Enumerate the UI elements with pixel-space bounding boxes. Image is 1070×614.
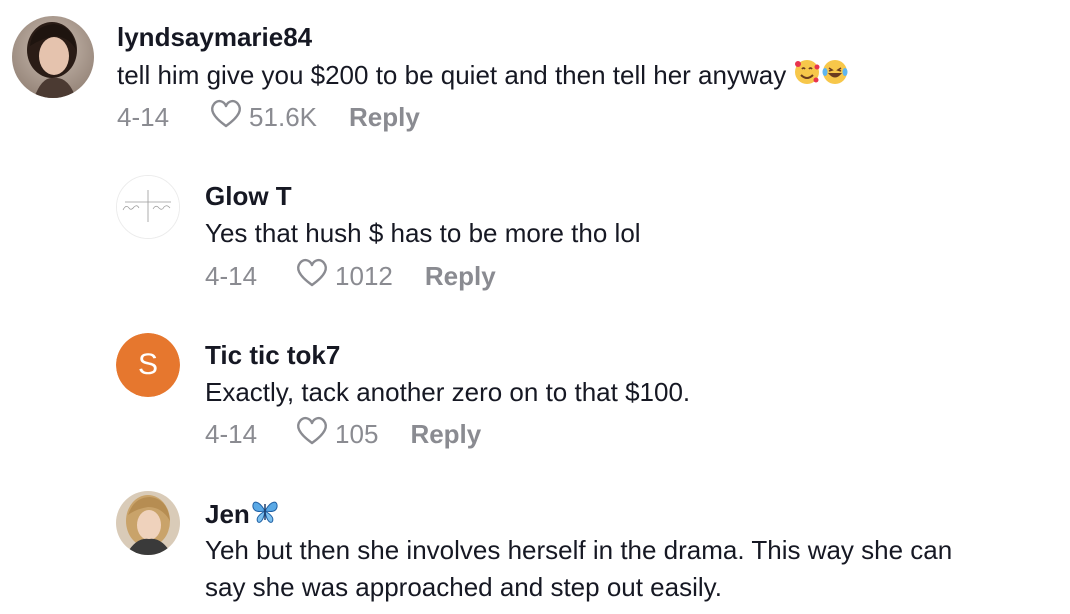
comment-username[interactable]: lyndsaymarie84 (117, 22, 312, 53)
username-text: Jen (205, 499, 250, 529)
comment-meta: 4-14 105 Reply (205, 416, 481, 453)
comment-text: tell him give you $200 to be quiet and t… (117, 57, 849, 96)
glow-t-logo (117, 176, 179, 238)
face-with-tears-of-joy-emoji (821, 58, 849, 96)
smiling-face-with-hearts-emoji (793, 58, 821, 96)
comment-text-line-1: Yeh but then she involves herself in the… (205, 535, 953, 565)
heart-outline-icon[interactable] (295, 416, 329, 453)
like-count: 105 (335, 419, 379, 449)
like-count: 1012 (335, 261, 393, 291)
comment-meta: 4-14 1012 Reply (205, 258, 496, 295)
like-button[interactable]: 51.6K (209, 99, 317, 136)
avatar-glow-t[interactable] (116, 175, 180, 239)
comment-text: Yeh but then she involves herself in the… (205, 532, 952, 606)
reply-button[interactable]: Reply (425, 261, 496, 292)
comment-date: 4-14 (205, 419, 258, 449)
reply-button[interactable]: Reply (349, 102, 420, 133)
avatar-letter: S (137, 348, 158, 381)
butterfly-emoji (251, 498, 279, 531)
comment-date: 4-14 (205, 261, 258, 291)
comment-username[interactable]: Glow T (205, 181, 292, 212)
avatar-lyndsaymarie84[interactable] (12, 16, 94, 98)
avatar-tic-tic-tok7[interactable]: S (116, 333, 180, 397)
heart-outline-icon[interactable] (295, 258, 329, 295)
comment-text: Exactly, tack another zero on to that $1… (205, 377, 691, 407)
like-button[interactable]: 1012 (295, 258, 393, 295)
comment-meta: 4-14 51.6K Reply (117, 99, 420, 136)
like-count: 51.6K (249, 102, 317, 132)
avatar-photo (116, 491, 180, 555)
reply-button[interactable]: Reply (410, 419, 481, 450)
comment-text-body: tell him give you $200 to be quiet and t… (117, 60, 787, 90)
heart-outline-icon[interactable] (209, 99, 243, 136)
like-button[interactable]: 105 (295, 416, 378, 453)
comment-text-line-2: say she was approached and step out easi… (205, 572, 722, 602)
comment-username[interactable]: Jen (205, 498, 279, 531)
comment-date: 4-14 (117, 102, 170, 132)
avatar-jen[interactable] (116, 491, 180, 555)
comment-username[interactable]: Tic tic tok7 (205, 340, 340, 371)
avatar-photo (12, 16, 94, 98)
comment-text: Yes that hush $ has to be more tho lol (205, 218, 641, 248)
